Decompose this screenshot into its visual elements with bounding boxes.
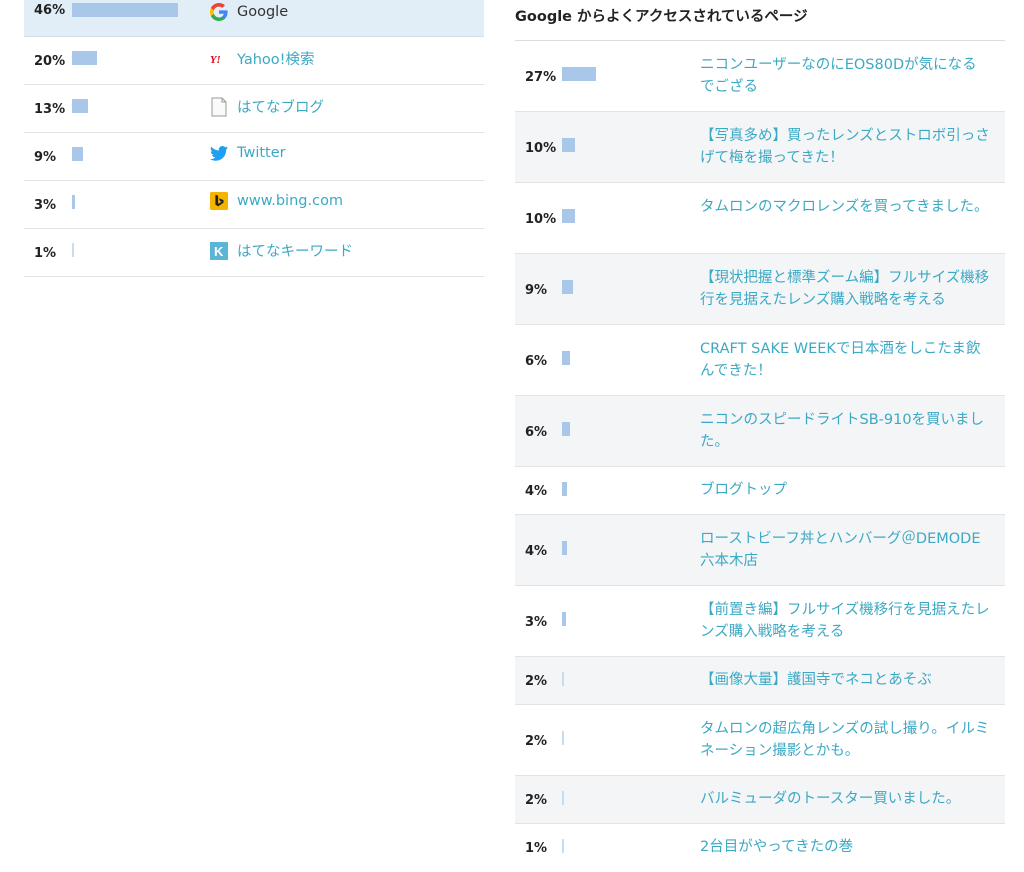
referrer-source-label: はてなキーワード bbox=[237, 244, 353, 260]
referrer-source: Google bbox=[210, 3, 288, 21]
page-row: 3% 【前置き編】フルサイズ機移行を見据えたレンズ購入戦略を考える bbox=[515, 586, 1005, 657]
referrer-bar bbox=[72, 99, 88, 113]
page-bar bbox=[562, 209, 575, 223]
pages-list: 27% ニコンユーザーなのにEOS80Dが気になるでござる 10% 【写真多め】買った… bbox=[515, 41, 1005, 872]
page-row: 27% ニコンユーザーなのにEOS80Dが気になるでござる bbox=[515, 41, 1005, 112]
page-link[interactable]: CRAFT SAKE WEEKで日本酒をしこたま飲んできた！ bbox=[700, 338, 991, 382]
referrer-source-label: Twitter bbox=[237, 145, 286, 161]
section-title: Google からよくアクセスされているページ bbox=[515, 0, 1005, 41]
bing-icon bbox=[210, 192, 228, 210]
page-link[interactable]: 【画像大量】護国寺でネコとあそぶ bbox=[700, 669, 991, 691]
referrer-row: 46% Google bbox=[24, 0, 484, 37]
page-link[interactable]: 【写真多め】買ったレンズとストロボ引っさげて梅を撮ってきた！ bbox=[700, 125, 991, 169]
page-link[interactable]: ローストビーフ丼とハンバーグ＠DEMODE六本木店 bbox=[700, 528, 991, 572]
referrer-percent: 46% bbox=[34, 3, 66, 18]
page-row: 9% 【現状把握と標準ズーム編】フルサイズ機移行を見据えたレンズ購入戦略を考える bbox=[515, 254, 1005, 325]
page-percent: 4% bbox=[525, 544, 548, 559]
page-link[interactable]: タムロンのマクロレンズを買ってきました。 bbox=[700, 196, 991, 218]
page-row: 10% タムロンのマクロレンズを買ってきました。 bbox=[515, 183, 1005, 254]
referrer-bar bbox=[72, 147, 83, 161]
page-row: 10% 【写真多め】買ったレンズとストロボ引っさげて梅を撮ってきた！ bbox=[515, 112, 1005, 183]
svg-text:K: K bbox=[214, 244, 224, 259]
page-row: 2% バルミューダのトースター買いました。 bbox=[515, 776, 1005, 824]
page-row: 4% ブログトップ bbox=[515, 467, 1005, 515]
page-link[interactable]: 【現状把握と標準ズーム編】フルサイズ機移行を見据えたレンズ購入戦略を考える bbox=[700, 267, 991, 311]
page-bar bbox=[562, 672, 564, 686]
page-bar bbox=[562, 839, 564, 853]
page-percent: 2% bbox=[525, 793, 548, 808]
page-bar bbox=[562, 731, 564, 745]
page-percent: 1% bbox=[525, 841, 548, 856]
page-percent: 27% bbox=[525, 70, 557, 85]
referrer-percent: 1% bbox=[34, 246, 57, 261]
referrer-row: 20% Y! Yahoo!検索 bbox=[24, 37, 484, 85]
referrer-source-link[interactable]: Twitter bbox=[210, 144, 286, 162]
page-link[interactable]: 【前置き編】フルサイズ機移行を見据えたレンズ購入戦略を考える bbox=[700, 599, 991, 643]
referrer-percent: 20% bbox=[34, 54, 66, 69]
referrer-source-label: Google bbox=[237, 4, 289, 20]
referrer-row: 9% Twitter bbox=[24, 133, 484, 181]
page-link[interactable]: ブログトップ bbox=[700, 479, 991, 501]
referrer-bar bbox=[72, 51, 97, 65]
page-link[interactable]: 2台目がやってきたの巻 bbox=[700, 836, 991, 858]
referrer-source-link[interactable]: はてなブログ bbox=[210, 96, 324, 117]
page-row: 4% ローストビーフ丼とハンバーグ＠DEMODE六本木店 bbox=[515, 515, 1005, 586]
page-percent: 9% bbox=[525, 283, 548, 298]
page-percent: 2% bbox=[525, 674, 548, 689]
referrer-row: 1% K はてなキーワード bbox=[24, 229, 484, 277]
referrer-table: 46% Google 20% Y! Yahoo!検索 13% はてなブログ 9%… bbox=[24, 0, 484, 277]
page-row: 6% ニコンのスピードライトSB-910を買いました。 bbox=[515, 396, 1005, 467]
hatena-keyword-icon: K bbox=[210, 241, 228, 260]
page-percent: 3% bbox=[525, 615, 548, 630]
google-pages-table: Google からよくアクセスされているページ 27% ニコンユーザーなのにEOS… bbox=[515, 0, 1005, 872]
twitter-icon bbox=[210, 144, 228, 162]
page-row: 6% CRAFT SAKE WEEKで日本酒をしこたま飲んできた！ bbox=[515, 325, 1005, 396]
page-bar bbox=[562, 541, 567, 555]
referrer-source-label: www.bing.com bbox=[237, 193, 344, 209]
referrer-row: 3% www.bing.com bbox=[24, 181, 484, 229]
page-link[interactable]: タムロンの超広角レンズの試し撮り。イルミネーション撮影とかも。 bbox=[700, 718, 991, 762]
referrer-row: 13% はてなブログ bbox=[24, 85, 484, 133]
page-bar bbox=[562, 67, 596, 81]
svg-text:Y!: Y! bbox=[210, 55, 221, 66]
page-bar bbox=[562, 280, 573, 294]
page-row: 1% 2台目がやってきたの巻 bbox=[515, 824, 1005, 872]
page-bar bbox=[562, 482, 567, 496]
yahoo-icon: Y! bbox=[210, 50, 228, 68]
page-bar bbox=[562, 612, 566, 626]
page-bar bbox=[562, 422, 570, 436]
page-link[interactable]: バルミューダのトースター買いました。 bbox=[700, 788, 991, 810]
referrer-source-link[interactable]: K はてなキーワード bbox=[210, 240, 353, 261]
page-percent: 4% bbox=[525, 484, 548, 499]
page-link[interactable]: ニコンユーザーなのにEOS80Dが気になるでござる bbox=[700, 54, 991, 98]
page-percent: 6% bbox=[525, 425, 548, 440]
referrer-source-link[interactable]: www.bing.com bbox=[210, 192, 343, 210]
page-link[interactable]: ニコンのスピードライトSB-910を買いました。 bbox=[700, 409, 991, 453]
page-row: 2% 【画像大量】護国寺でネコとあそぶ bbox=[515, 657, 1005, 705]
page-percent: 10% bbox=[525, 212, 557, 227]
page-bar bbox=[562, 791, 564, 805]
page-bar bbox=[562, 351, 570, 365]
referrer-source-link[interactable]: Y! Yahoo!検索 bbox=[210, 48, 315, 69]
document-icon bbox=[210, 97, 228, 116]
referrer-source-label: Yahoo!検索 bbox=[237, 52, 315, 68]
referrer-source-label: はてなブログ bbox=[237, 100, 324, 116]
referrer-percent: 13% bbox=[34, 102, 66, 117]
referrer-bar bbox=[72, 243, 74, 257]
page-row: 2% タムロンの超広角レンズの試し撮り。イルミネーション撮影とかも。 bbox=[515, 705, 1005, 776]
page-percent: 6% bbox=[525, 354, 548, 369]
page-bar bbox=[562, 138, 575, 152]
referrer-bar bbox=[72, 3, 178, 17]
google-icon bbox=[210, 3, 228, 21]
referrer-bar bbox=[72, 195, 75, 209]
page-percent: 2% bbox=[525, 734, 548, 749]
referrer-percent: 3% bbox=[34, 198, 57, 213]
referrer-percent: 9% bbox=[34, 150, 57, 165]
page-percent: 10% bbox=[525, 141, 557, 156]
